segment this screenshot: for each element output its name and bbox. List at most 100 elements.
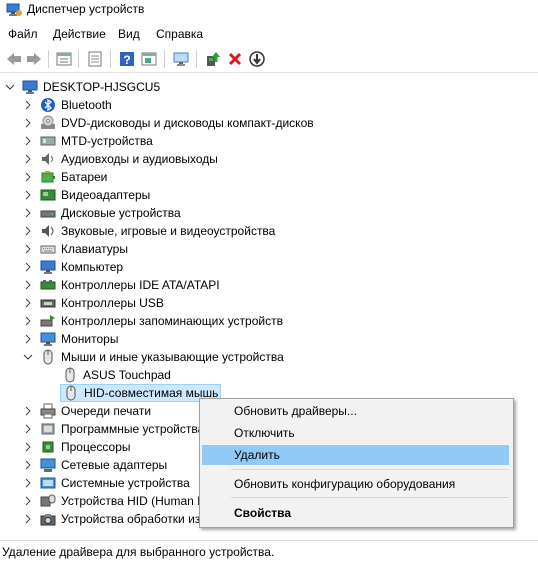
mouse-icon <box>62 367 78 383</box>
storage-controller-icon <box>40 313 56 329</box>
chevron-right-icon[interactable] <box>22 207 34 219</box>
uninstall-icon[interactable] <box>226 50 244 68</box>
status-bar: Удаление драйвера для выбранного устройс… <box>0 540 538 563</box>
tree-child-hid-mouse[interactable]: HID-совместимая мышь <box>60 384 222 402</box>
keyboard-icon <box>40 241 56 257</box>
chevron-right-icon[interactable] <box>22 99 34 111</box>
chevron-right-icon[interactable] <box>22 225 34 237</box>
scan-hardware-icon[interactable] <box>172 50 190 68</box>
audio-io-icon <box>40 151 56 167</box>
tree-item-keyboards[interactable]: Клавиатуры <box>22 240 128 258</box>
tree-item-software-devices[interactable]: Программные устройства <box>22 420 204 438</box>
tree-item-processors[interactable]: Процессоры <box>22 438 131 456</box>
tree-item-label: Процессоры <box>61 440 131 454</box>
title-bar: Диспетчер устройств <box>0 0 538 22</box>
menu-file[interactable]: Файл <box>8 27 38 41</box>
tree-item-label: Дисковые устройства <box>61 206 181 220</box>
list-view-icon[interactable] <box>86 50 104 68</box>
sound-device-icon <box>40 223 56 239</box>
tree-item-label: MTD-устройства <box>61 134 153 148</box>
menu-view[interactable]: Вид <box>118 27 140 41</box>
battery-icon <box>40 169 56 185</box>
tree-item-mice[interactable]: Мыши и иные указывающие устройства <box>22 348 284 366</box>
help-icon[interactable]: ? <box>118 50 136 68</box>
tree-item-dvd[interactable]: DVD-дисководы и дисководы компакт-дисков <box>22 114 314 132</box>
tree-item-disk-drives[interactable]: Дисковые устройства <box>22 204 181 222</box>
tree-item-label: Батареи <box>61 170 108 184</box>
tree-item-label: Системные устройства <box>61 476 190 490</box>
tree-item-print-queues[interactable]: Очереди печати <box>22 402 151 420</box>
tree-item-label: Мониторы <box>61 332 119 346</box>
context-disable[interactable]: Отключить <box>202 423 509 443</box>
show-hidden-icon[interactable] <box>140 50 158 68</box>
tree-item-label: Звуковые, игровые и видеоустройства <box>61 224 276 238</box>
tree-item-display-adapters[interactable]: Видеоадаптеры <box>22 186 150 204</box>
tree-item-monitors[interactable]: Мониторы <box>22 330 118 348</box>
chevron-right-icon[interactable] <box>22 441 34 453</box>
chevron-right-icon[interactable] <box>22 315 34 327</box>
dvd-drive-icon <box>40 115 56 131</box>
tree-item-system-devices[interactable]: Системные устройства <box>22 474 190 492</box>
tree-item-sound-devices[interactable]: Звуковые, игровые и видеоустройства <box>22 222 275 240</box>
context-scan-hardware[interactable]: Обновить конфигурацию оборудования <box>202 474 509 494</box>
tree-root[interactable]: DESKTOP-HJSGCU5 <box>4 78 160 96</box>
tree-child-asus-touchpad[interactable]: ASUS Touchpad <box>62 366 171 384</box>
tree-item-label: Контроллеры USB <box>61 296 164 310</box>
menu-bar: Файл Действие Вид Справка <box>0 24 538 44</box>
software-device-icon <box>40 421 56 437</box>
chevron-right-icon[interactable] <box>22 297 34 309</box>
menu-action[interactable]: Действие <box>53 27 106 41</box>
context-separator <box>231 497 509 498</box>
tree-child-label: ASUS Touchpad <box>83 368 171 382</box>
tree-item-label: Видеоадаптеры <box>61 188 151 202</box>
tree-item-label: DVD-дисководы и дисководы компакт-дисков <box>61 116 314 130</box>
tree-item-computer[interactable]: Компьютер <box>22 258 123 276</box>
printer-icon <box>40 403 56 419</box>
chevron-right-icon[interactable] <box>22 459 34 471</box>
chevron-right-icon[interactable] <box>22 243 34 255</box>
tree-item-usb-controllers[interactable]: Контроллеры USB <box>22 294 164 312</box>
context-menu: Обновить драйверы... Отключить Удалить О… <box>199 398 514 528</box>
chevron-right-icon[interactable] <box>22 333 34 345</box>
chevron-right-icon[interactable] <box>22 423 34 435</box>
properties-icon[interactable] <box>55 50 73 68</box>
tree-item-label: Bluetooth <box>61 98 112 112</box>
update-driver-icon[interactable] <box>204 50 222 68</box>
disable-icon[interactable] <box>248 50 266 68</box>
chevron-down-icon[interactable] <box>4 81 16 93</box>
chevron-right-icon[interactable] <box>22 513 34 525</box>
tree-item-batteries[interactable]: Батареи <box>22 168 107 186</box>
tree-item-ide-controllers[interactable]: Контроллеры IDE ATA/ATAPI <box>22 276 220 294</box>
chevron-right-icon[interactable] <box>22 135 34 147</box>
chevron-right-icon[interactable] <box>22 477 34 489</box>
chevron-right-icon[interactable] <box>22 279 34 291</box>
forward-arrow-icon[interactable] <box>25 50 43 68</box>
imaging-device-icon <box>40 511 56 527</box>
tree-item-label: Аудиовходы и аудиовыходы <box>61 152 218 166</box>
chevron-down-icon[interactable] <box>22 351 34 363</box>
tree-item-mtd[interactable]: MTD-устройства <box>22 132 153 150</box>
chevron-right-icon[interactable] <box>22 117 34 129</box>
hid-device-icon <box>40 493 56 509</box>
tree-item-storage-controllers[interactable]: Контроллеры запоминающих устройств <box>22 312 283 330</box>
tree-item-audio-io[interactable]: Аудиовходы и аудиовыходы <box>22 150 218 168</box>
menu-help[interactable]: Справка <box>156 27 203 41</box>
tree-item-label: Сетевые адаптеры <box>61 458 168 472</box>
tree-item-network-adapters[interactable]: Сетевые адаптеры <box>22 456 167 474</box>
chevron-right-icon[interactable] <box>22 171 34 183</box>
toolbar: ? <box>0 46 538 73</box>
context-update-drivers[interactable]: Обновить драйверы... <box>202 401 509 421</box>
window-title: Диспетчер устройств <box>27 2 145 16</box>
chevron-right-icon[interactable] <box>22 153 34 165</box>
chevron-right-icon[interactable] <box>22 189 34 201</box>
tree-root-label: DESKTOP-HJSGCU5 <box>43 80 161 94</box>
chevron-right-icon[interactable] <box>22 405 34 417</box>
context-properties[interactable]: Свойства <box>202 503 509 523</box>
chevron-right-icon[interactable] <box>22 495 34 507</box>
chevron-right-icon[interactable] <box>22 261 34 273</box>
tree-item-bluetooth[interactable]: Bluetooth <box>22 96 112 114</box>
computer-icon <box>40 259 56 275</box>
processor-icon <box>40 439 56 455</box>
back-arrow-icon[interactable] <box>5 50 23 68</box>
context-uninstall[interactable]: Удалить <box>202 445 509 465</box>
